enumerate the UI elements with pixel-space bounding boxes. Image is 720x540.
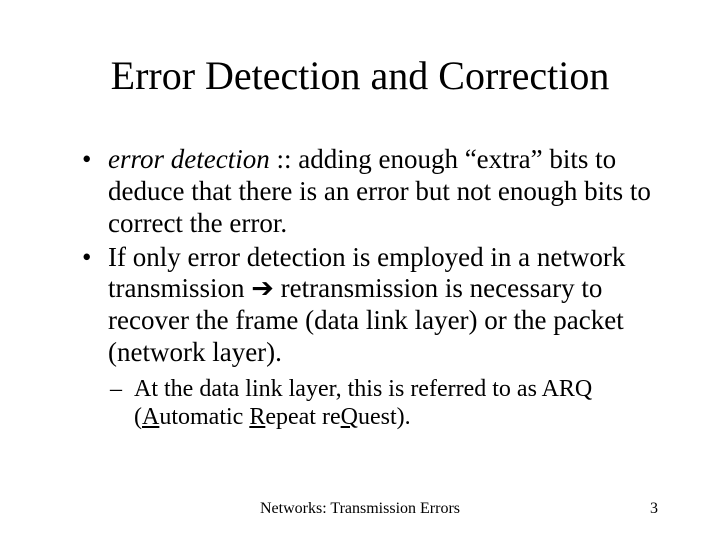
sub-bullet-item-1: At the data link layer, this is referred… bbox=[108, 375, 662, 432]
arrow-icon: ➔ bbox=[251, 273, 274, 303]
sub1-r-ul: R bbox=[249, 404, 265, 430]
sub1-q-ul: Q bbox=[341, 404, 358, 430]
footer-text: Networks: Transmission Errors bbox=[0, 500, 720, 518]
slide: Error Detection and Correction error det… bbox=[0, 0, 720, 540]
sub1-a-rest: utomatic bbox=[159, 404, 249, 430]
page-number: 3 bbox=[650, 500, 658, 518]
bullet-item-2: If only error detection is employed in a… bbox=[78, 242, 662, 432]
bullet-list: error detection :: adding enough “extra”… bbox=[78, 144, 662, 432]
sub1-a-ul: A bbox=[142, 404, 159, 430]
sub1-q-rest: uest). bbox=[358, 404, 411, 430]
bullet-item-1: error detection :: adding enough “extra”… bbox=[78, 144, 662, 240]
sub1-pre: At the data link layer, this is referred… bbox=[134, 376, 542, 402]
sub1-r-rest: epeat re bbox=[265, 404, 340, 430]
slide-body: error detection :: adding enough “extra”… bbox=[78, 144, 662, 434]
sub1-arq: ARQ bbox=[542, 376, 593, 402]
term-error-detection: error detection bbox=[108, 144, 270, 174]
slide-title: Error Detection and Correction bbox=[0, 52, 720, 99]
sub1-open: ( bbox=[134, 404, 142, 430]
sub-bullet-list: At the data link layer, this is referred… bbox=[108, 375, 662, 432]
